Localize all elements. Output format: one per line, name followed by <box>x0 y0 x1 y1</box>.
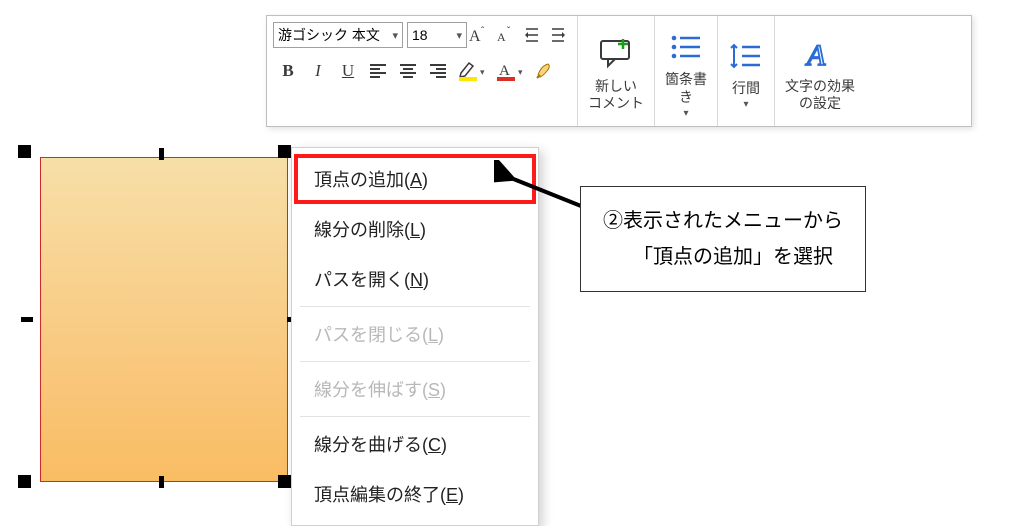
align-center-icon <box>398 62 418 80</box>
bold-button[interactable]: B <box>273 56 303 86</box>
edge-handle[interactable] <box>21 317 33 322</box>
svg-text:A: A <box>805 39 826 71</box>
underline-button[interactable]: U <box>333 56 363 86</box>
chevron-down-icon: ▾ <box>743 99 748 110</box>
format-painter-button[interactable] <box>529 56 559 86</box>
chevron-down-icon: ▾ <box>456 29 462 42</box>
paintbrush-icon <box>533 60 555 82</box>
menu-item-s: 線分を伸ばす(S) <box>294 364 536 414</box>
svg-text:A: A <box>469 28 481 45</box>
bullets-icon <box>668 32 704 62</box>
svg-text:▾: ▾ <box>518 67 523 77</box>
highlight-icon: ▾ <box>457 59 487 83</box>
underline-label: U <box>342 61 354 81</box>
decrease-font-button[interactable]: A ˇ <box>493 20 519 50</box>
font-size-select[interactable]: 18 ▾ <box>407 22 467 48</box>
align-right-icon <box>428 62 448 80</box>
font-color-button[interactable]: A ▾ <box>491 56 529 86</box>
bold-label: B <box>282 61 293 81</box>
line-spacing-icon <box>728 41 764 71</box>
font-name-select[interactable]: 游ゴシック 本文 ▾ <box>273 22 403 48</box>
menu-separator <box>300 306 530 307</box>
increase-font-button[interactable]: A ˆ <box>467 20 493 50</box>
decrease-indent-icon <box>522 25 542 45</box>
highlight-color-button[interactable]: ▾ <box>453 56 491 86</box>
menu-item-l: パスを閉じる(L) <box>294 309 536 359</box>
increase-indent-icon <box>548 25 568 45</box>
menu-item-e[interactable]: 頂点編集の終了(E) <box>294 469 536 519</box>
align-left-icon <box>368 62 388 80</box>
svg-text:A: A <box>499 63 510 79</box>
font-color-icon: A ▾ <box>495 59 525 83</box>
vertex-handle[interactable] <box>18 475 31 488</box>
svg-text:ˇ: ˇ <box>507 25 511 37</box>
menu-separator <box>300 361 530 362</box>
bullets-button[interactable]: 箇条書 き ▾ <box>655 16 718 126</box>
new-comment-label: 新しい コメント <box>588 78 644 113</box>
callout-line1: ②表示されたメニューから <box>603 203 843 239</box>
context-menu: 頂点の追加(A)線分の削除(L)パスを開く(N)パスを閉じる(L)線分を伸ばす(… <box>291 147 539 526</box>
increase-indent-button[interactable] <box>545 20 571 50</box>
chevron-down-icon: ▾ <box>392 29 398 42</box>
text-effects-icon: A <box>802 37 838 71</box>
italic-button[interactable]: I <box>303 56 333 86</box>
bullets-label: 箇条書 き <box>665 71 707 106</box>
comment-icon <box>598 37 634 71</box>
vertex-handle[interactable] <box>278 145 291 158</box>
align-right-button[interactable] <box>423 56 453 86</box>
line-spacing-button[interactable]: 行間 ▾ <box>718 16 775 126</box>
svg-text:A: A <box>497 30 506 44</box>
callout-line2: 「頂点の追加」を選択 <box>603 239 843 275</box>
vertex-handle[interactable] <box>18 145 31 158</box>
svg-text:▾: ▾ <box>480 67 485 77</box>
selected-shape[interactable] <box>40 157 288 482</box>
chevron-down-icon: ▾ <box>683 108 688 119</box>
vertex-handle[interactable] <box>278 475 291 488</box>
edge-handle[interactable] <box>159 148 164 160</box>
decrease-font-icon: A ˇ <box>495 24 517 46</box>
align-left-button[interactable] <box>363 56 393 86</box>
font-group: 游ゴシック 本文 ▾ 18 ▾ A ˆ A ˇ <box>267 16 578 126</box>
instruction-callout: ②表示されたメニューから 「頂点の追加」を選択 <box>580 186 866 292</box>
edge-handle[interactable] <box>159 476 164 488</box>
formatting-ribbon: 游ゴシック 本文 ▾ 18 ▾ A ˆ A ˇ <box>266 15 972 127</box>
text-effects-button[interactable]: A 文字の効果 の設定 <box>775 16 865 126</box>
text-effects-label: 文字の効果 の設定 <box>785 78 855 113</box>
italic-label: I <box>315 61 321 81</box>
menu-item-a[interactable]: 頂点の追加(A) <box>294 154 536 204</box>
svg-text:ˆ: ˆ <box>481 25 485 37</box>
font-name-value: 游ゴシック 本文 <box>278 25 380 45</box>
font-size-value: 18 <box>412 27 428 43</box>
line-spacing-label: 行間 <box>732 80 760 98</box>
menu-separator <box>300 416 530 417</box>
align-center-button[interactable] <box>393 56 423 86</box>
increase-font-icon: A ˆ <box>469 24 491 46</box>
new-comment-button[interactable]: 新しい コメント <box>578 16 655 126</box>
menu-item-c[interactable]: 線分を曲げる(C) <box>294 419 536 469</box>
decrease-indent-button[interactable] <box>519 20 545 50</box>
menu-item-l[interactable]: 線分の削除(L) <box>294 204 536 254</box>
menu-item-n[interactable]: パスを開く(N) <box>294 254 536 304</box>
